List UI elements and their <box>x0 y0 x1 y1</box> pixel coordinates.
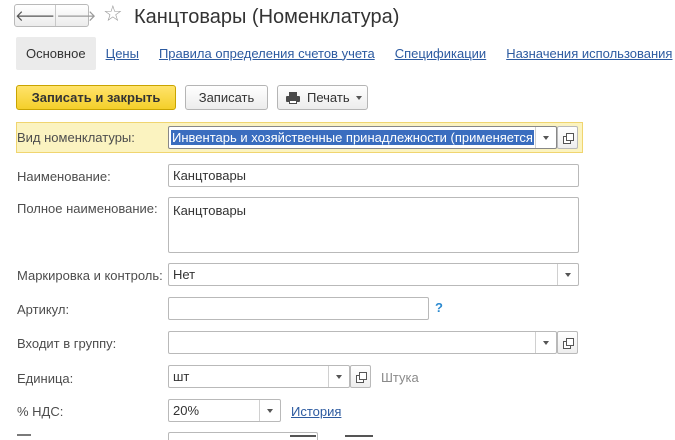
star-icon[interactable]: ☆ <box>103 2 123 28</box>
name-label: Наименование: <box>17 169 111 184</box>
marking-value: Нет <box>173 267 196 282</box>
printer-icon <box>286 91 300 104</box>
next-row-mark-cut <box>290 435 316 437</box>
save-button[interactable]: Записать <box>185 85 268 110</box>
kind-field[interactable]: Инвентарь и хозяйственные принадлежности… <box>168 126 557 149</box>
vat-value: 20% <box>173 403 200 418</box>
save-and-close-button[interactable]: Записать и закрыть <box>16 85 176 110</box>
kind-dropdown-button[interactable] <box>535 127 556 148</box>
chevron-down-icon <box>267 408 273 413</box>
tab-account-rules[interactable]: Правила определения счетов учета <box>159 46 375 61</box>
vat-field[interactable]: 20% <box>168 399 281 422</box>
group-label: Входит в группу: <box>17 336 117 351</box>
tab-usage-purposes[interactable]: Назначения использования <box>506 46 672 61</box>
unit-field[interactable]: шт <box>168 365 350 388</box>
kind-value: Инвентарь и хозяйственные принадлежности… <box>171 130 534 145</box>
vat-history-link[interactable]: История <box>291 404 341 419</box>
open-form-icon <box>562 133 574 144</box>
print-button[interactable]: Печать <box>277 85 368 110</box>
marking-label: Маркировка и контроль: <box>17 268 163 283</box>
back-button[interactable]: 🡐 <box>15 5 57 26</box>
kind-open-button[interactable] <box>557 126 578 149</box>
page-title: Канцтовары (Номенклатура) <box>134 6 400 28</box>
article-field[interactable] <box>168 297 429 320</box>
unit-dropdown-button[interactable] <box>328 366 349 387</box>
arrow-right-icon: 🡒 <box>56 8 97 25</box>
marking-dropdown-button[interactable] <box>557 264 578 285</box>
chevron-down-icon <box>543 340 549 345</box>
chevron-down-icon <box>543 135 549 140</box>
chevron-down-icon <box>355 95 362 100</box>
tab-specifications[interactable]: Спецификации <box>395 46 487 61</box>
chevron-down-icon <box>565 272 571 277</box>
group-open-button[interactable] <box>557 331 578 354</box>
unit-value: шт <box>173 369 190 384</box>
navigation-buttons: 🡐 🡒 <box>14 4 96 27</box>
print-button-label: Печать <box>307 90 350 105</box>
vat-label: % НДС: <box>17 404 64 419</box>
name-field[interactable]: Канцтовары <box>168 164 579 187</box>
kind-label: Вид номенклатуры: <box>17 130 135 145</box>
next-row-label-cut <box>17 434 31 436</box>
article-label: Артикул: <box>17 302 70 317</box>
full-name-field[interactable]: Канцтовары <box>168 197 579 253</box>
unit-label: Единица: <box>17 371 74 386</box>
unit-open-button[interactable] <box>350 365 371 388</box>
tab-main[interactable]: Основное <box>16 36 96 70</box>
forward-button[interactable]: 🡒 <box>56 5 96 26</box>
question-icon[interactable]: ? <box>435 300 443 315</box>
name-value: Канцтовары <box>173 168 247 183</box>
chevron-down-icon <box>336 374 342 379</box>
arrow-left-icon: 🡐 <box>15 8 56 25</box>
unit-description: Штука <box>381 370 419 385</box>
tab-prices[interactable]: Цены <box>106 46 139 61</box>
open-form-icon <box>355 372 367 383</box>
vat-dropdown-button[interactable] <box>259 400 280 421</box>
full-name-label: Полное наименование: <box>17 201 158 216</box>
group-dropdown-button[interactable] <box>535 332 556 353</box>
next-row-mark-cut-2 <box>345 435 373 437</box>
open-form-icon <box>562 338 574 349</box>
tab-bar: Основное Цены Правила определения счетов… <box>16 36 675 70</box>
marking-field[interactable]: Нет <box>168 263 579 286</box>
group-field[interactable] <box>168 331 557 354</box>
